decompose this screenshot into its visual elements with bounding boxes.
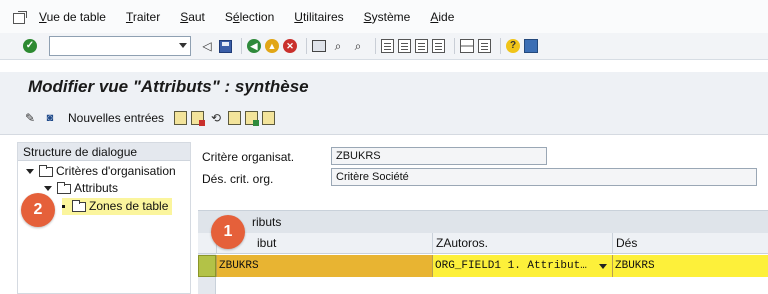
back-arrow-icon[interactable]: ◁ [199,38,215,54]
menu-accel: S [180,9,189,24]
tree-node-attributs[interactable]: Attributs [44,180,118,197]
folder-icon [39,164,53,177]
save-icon[interactable] [219,39,232,53]
menu-aide[interactable]: Aide [430,10,454,24]
menu-label-rest: raiter [132,9,161,24]
select-all-icon[interactable] [228,111,242,125]
cell-zautoros[interactable]: ORG_FIELD1 1. Attribut… [432,255,612,277]
deselect-all-icon[interactable] [262,111,276,125]
previous-page-icon[interactable] [398,39,411,53]
row-selector-empty[interactable] [198,277,216,294]
attributes-table: ributs ibut ZAutoros. Dés ZBUKRS ORG_FIE… [198,210,768,294]
critere-organisat-field[interactable]: ZBUKRS [331,147,547,165]
menu-label-rest: lection [239,9,275,24]
application-toolbar: ✎ ◙ Nouvelles entrées ⟲ [0,102,768,135]
table-header-row: ibut ZAutoros. Dés [198,233,768,254]
expand-triangle-icon[interactable] [44,186,52,191]
toolbar-separator [241,38,242,54]
menu-saut[interactable]: Saut [180,10,205,24]
critere-organisat-label: Critère organisat. [202,150,295,164]
menu-label-rest: ide [438,9,455,24]
command-field[interactable] [49,36,191,56]
cell-zautoros-value: ORG_FIELD1 1. Attribut… [435,260,587,272]
callout-badge-2: 2 [21,193,55,227]
find-next-icon[interactable]: ⌕ [350,38,366,54]
menu-utilitaires[interactable]: Utilitaires [294,10,343,24]
menu-selection[interactable]: Sélection [225,10,274,24]
next-page-icon[interactable] [415,39,428,53]
tree-node-label: Zones de table [89,199,169,213]
menu-accel: V [39,9,47,24]
menu-label-rest: aut [188,9,205,24]
tree-node-label: Attributs [74,181,119,195]
column-header-attribut[interactable]: ibut [216,233,432,254]
first-page-icon[interactable] [381,39,394,53]
des-crit-org-field[interactable]: Critère Société [331,168,757,186]
create-session-icon[interactable] [460,39,474,53]
chevron-down-icon[interactable] [179,43,187,48]
menu-label-prefix: S [224,9,233,24]
screen-title-bar: Modifier vue "Attributs" : synthèse [0,72,768,102]
display-icon[interactable]: ◙ [42,110,58,126]
select-block-icon[interactable] [245,111,260,126]
display-change-icon[interactable]: ✎ [22,110,38,126]
copy-as-icon[interactable] [174,111,188,125]
customize-layout-icon[interactable] [524,39,538,53]
expand-triangle-icon[interactable] [26,169,34,174]
menu-label-rest: tilitaires [302,9,344,24]
menu-bar: Vue de table Traiter Saut Sélection Util… [0,0,768,33]
standard-toolbar: ✓ ◁ ◀ ▲ ✕ ⌕ ⌕ ? [0,33,768,60]
callout-badge-1: 1 [211,215,245,249]
menu-label-rest: ystème [371,9,411,24]
exit-yellow-icon[interactable]: ▲ [265,39,279,53]
column-header-des[interactable]: Dés [612,233,768,254]
table-title: ributs [198,211,768,233]
toolbar-separator [375,38,376,54]
des-crit-org-label: Dés. crit. org. [202,172,274,186]
dialog-structure-header: Structure de dialogue [18,143,190,161]
undo-change-icon[interactable]: ⟲ [208,110,224,126]
menu-accel: U [294,9,303,24]
toolbar-separator [306,38,307,54]
cancel-red-icon[interactable]: ✕ [283,39,297,53]
folder-icon [57,181,71,194]
cell-des[interactable]: ZBUKRS [612,255,768,277]
last-page-icon[interactable] [432,39,445,53]
menu-vue-de-table[interactable]: Vue de table [39,10,106,24]
print-icon[interactable] [312,40,326,52]
menu-accel: T [125,9,133,24]
menu-traiter[interactable]: Traiter [126,10,160,24]
column-header-zautoros[interactable]: ZAutoros. [432,233,612,254]
command-input[interactable] [50,37,174,55]
page-title: Modifier vue "Attributs" : synthèse [28,77,309,96]
tree-node-criteres[interactable]: Critères d'organisation [26,163,176,180]
window-menu-icon[interactable] [13,10,27,24]
shortcut-icon[interactable] [478,39,491,53]
menu-label-rest: ue de table [46,9,106,24]
row-selector[interactable] [198,255,216,277]
tree-node-label: Critères d'organisation [56,164,176,178]
enter-check-icon[interactable]: ✓ [23,39,37,53]
find-icon[interactable]: ⌕ [330,38,346,54]
new-entries-button[interactable]: Nouvelles entrées [68,111,164,125]
help-icon[interactable]: ? [506,39,520,53]
chevron-down-icon[interactable] [599,264,607,269]
leaf-bullet-icon [62,205,65,208]
menu-accel: S [363,9,372,24]
menu-accel: é [232,9,240,24]
toolbar-separator [454,38,455,54]
cell-attribut[interactable]: ZBUKRS [216,255,432,277]
folder-icon [72,199,86,212]
menu-systeme[interactable]: Système [364,10,411,24]
tree-node-zones-de-table[interactable]: Zones de table [62,198,173,215]
delete-icon[interactable] [191,111,206,126]
toolbar-separator [500,38,501,54]
back-green-icon[interactable]: ◀ [247,39,261,53]
